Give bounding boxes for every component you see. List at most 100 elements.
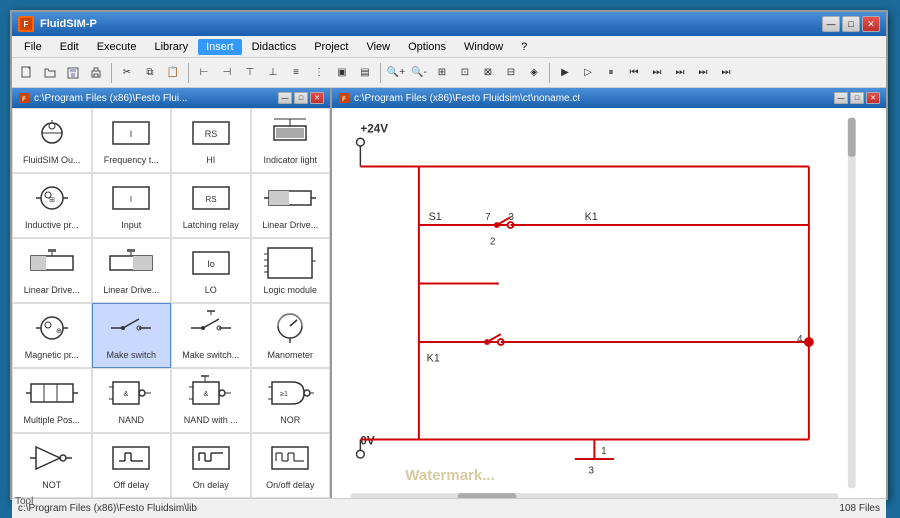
lib-maximize[interactable]: □ [294, 92, 308, 104]
copy-button[interactable]: ⧉ [139, 62, 161, 84]
nand-icon: & [103, 373, 159, 413]
comp-inductive[interactable]: ⊞ Inductive pr... [12, 173, 92, 238]
align-right[interactable]: ⊤ [239, 62, 261, 84]
circuit-minimize[interactable]: — [834, 92, 848, 104]
toolbar-tool7[interactable]: ▣ [331, 62, 353, 84]
menu-item-library[interactable]: Library [146, 39, 196, 55]
step-fwd[interactable]: ⏭ [646, 62, 668, 84]
menu-item-file[interactable]: File [16, 39, 50, 55]
minimize-button[interactable]: — [822, 16, 840, 32]
toolbar-sep-2 [188, 63, 189, 83]
comp-linear2[interactable]: Linear Drive... [12, 238, 92, 303]
comp-lo-label: LO [205, 285, 217, 296]
status-path: c:\Program Files (x86)\Festo Fluidsim\li… [18, 503, 197, 514]
comp-makeswitch2-label: Make switch... [182, 350, 239, 361]
title-bar-controls: — □ ✕ [822, 16, 880, 32]
lo-icon: Io [183, 243, 239, 283]
comp-input[interactable]: I Input [92, 173, 172, 238]
comp-hi[interactable]: RS HI [171, 108, 251, 173]
comp-linear3-label: Linear Drive... [103, 285, 159, 296]
comp-linear1-label: Linear Drive... [262, 220, 318, 231]
frequency-icon: I [103, 113, 159, 153]
comp-indicator[interactable]: Indicator light [251, 108, 331, 173]
comp-nand[interactable]: & NAND [92, 368, 172, 433]
menu-item-?[interactable]: ? [513, 39, 535, 55]
comp-magnetic[interactable]: ⊕ Magnetic pr... [12, 303, 92, 368]
open-button[interactable] [39, 62, 61, 84]
zoom-in-button[interactable]: 🔍+ [385, 62, 407, 84]
file-count: 108 Files [839, 503, 880, 514]
maximize-button[interactable]: □ [842, 16, 860, 32]
zoom-out-button[interactable]: 🔍- [408, 62, 430, 84]
comp-latching-label: Latching relay [183, 220, 239, 231]
run2-button[interactable]: ▷ [577, 62, 599, 84]
step-end2[interactable]: ⏭ [692, 62, 714, 84]
run-button[interactable]: ▶ [554, 62, 576, 84]
comp-offdelay[interactable]: Off delay [92, 433, 172, 498]
menu-item-view[interactable]: View [358, 39, 398, 55]
comp-latching[interactable]: RS Latching relay [171, 173, 251, 238]
menu-item-options[interactable]: Options [400, 39, 454, 55]
svg-text:&: & [203, 391, 208, 398]
comp-nandwith[interactable]: & NAND with ... [171, 368, 251, 433]
circuit-svg: +24V S1 7 3 2 [332, 108, 886, 498]
comp-ondelay[interactable]: On delay [171, 433, 251, 498]
zoom-custom[interactable]: ⊠ [477, 62, 499, 84]
toolbar-tool8[interactable]: ▤ [354, 62, 376, 84]
menu-item-edit[interactable]: Edit [52, 39, 87, 55]
align-top[interactable]: ⊥ [262, 62, 284, 84]
circuit-maximize[interactable]: □ [850, 92, 864, 104]
comp-makeswitch[interactable]: Make switch [92, 303, 172, 368]
align-distribute[interactable]: ⋮ [308, 62, 330, 84]
menu-item-didactics[interactable]: Didactics [244, 39, 305, 55]
circuit-close[interactable]: ✕ [866, 92, 880, 104]
lib-minimize[interactable]: — [278, 92, 292, 104]
latching-icon: RS [183, 178, 239, 218]
step-end[interactable]: ⏭ [669, 62, 691, 84]
zoom-100[interactable]: ⊡ [454, 62, 476, 84]
step-end3[interactable]: ⏭ [715, 62, 737, 84]
scroll-tool[interactable]: ◈ [523, 62, 545, 84]
library-path: c:\Program Files (x86)\Festo Flui... [34, 93, 187, 104]
comp-linear3[interactable]: Linear Drive... [92, 238, 172, 303]
comp-linear1[interactable]: Linear Drive... [251, 173, 331, 238]
menu-item-insert[interactable]: Insert [198, 39, 242, 55]
align-center[interactable]: ⊣ [216, 62, 238, 84]
svg-text:Io: Io [207, 259, 215, 269]
align-bottom[interactable]: ≡ [285, 62, 307, 84]
zoom-tool6[interactable]: ⊟ [500, 62, 522, 84]
close-button[interactable]: ✕ [862, 16, 880, 32]
toolbar-sep-4 [549, 63, 550, 83]
main-toolbar: ✂ ⧉ 📋 ⊢ ⊣ ⊤ ⊥ ≡ ⋮ ▣ ▤ 🔍+ 🔍- ⊞ ⊡ ⊠ ⊟ ◈ ▶ … [12, 58, 886, 88]
save-button[interactable] [62, 62, 84, 84]
comp-onoffdelay[interactable]: On/off delay [251, 433, 331, 498]
print-button[interactable] [85, 62, 107, 84]
paste-button[interactable]: 📋 [162, 62, 184, 84]
circuit-canvas[interactable]: +24V S1 7 3 2 [332, 108, 886, 498]
comp-logic[interactable]: Logic module [251, 238, 331, 303]
comp-not[interactable]: NOT [12, 433, 92, 498]
menu-item-project[interactable]: Project [306, 39, 356, 55]
pause-button[interactable]: ⏸ [600, 62, 622, 84]
comp-manometer[interactable]: Manometer [251, 303, 331, 368]
svg-text:I: I [130, 129, 133, 139]
cut-button[interactable]: ✂ [116, 62, 138, 84]
menu-item-execute[interactable]: Execute [89, 39, 145, 55]
comp-frequency[interactable]: I Frequency t... [92, 108, 172, 173]
step-back[interactable]: ⏮ [623, 62, 645, 84]
new-button[interactable] [16, 62, 38, 84]
comp-multipos[interactable]: Multiple Pos... [12, 368, 92, 433]
comp-fluidsim-out[interactable]: FluidSIM Ou... [12, 108, 92, 173]
linear3-icon [103, 243, 159, 283]
offdelay-icon [103, 438, 159, 478]
menu-item-window[interactable]: Window [456, 39, 511, 55]
lib-close[interactable]: ✕ [310, 92, 324, 104]
comp-lo[interactable]: Io LO [171, 238, 251, 303]
library-title-bar: F c:\Program Files (x86)\Festo Flui... —… [12, 88, 330, 108]
component-library-panel: F c:\Program Files (x86)\Festo Flui... —… [12, 88, 332, 498]
comp-makeswitch2[interactable]: Make switch... [171, 303, 251, 368]
comp-nor[interactable]: ≥1 NOR [251, 368, 331, 433]
zoom-fit[interactable]: ⊞ [431, 62, 453, 84]
align-left[interactable]: ⊢ [193, 62, 215, 84]
comp-onoffdelay-label: On/off delay [266, 480, 314, 491]
